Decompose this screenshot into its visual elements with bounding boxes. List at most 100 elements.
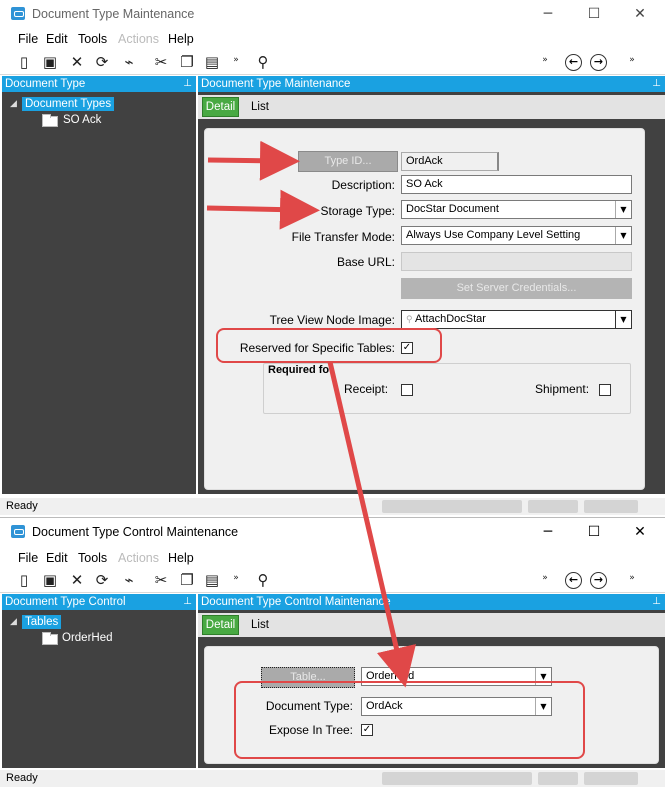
type-id-field[interactable]: OrdAck [401, 152, 499, 171]
tree-root-item[interactable]: Document Types [22, 97, 115, 111]
folder-icon [42, 114, 58, 127]
title-bar: Document Type Maintenance ─ ☐ ✕ [0, 0, 665, 29]
clear-icon[interactable]: ⌁ [119, 570, 139, 590]
storage-type-label: Storage Type: [320, 204, 396, 218]
app-icon [11, 7, 25, 20]
forward-icon[interactable]: → [590, 54, 607, 71]
status-info [584, 500, 638, 513]
clear-icon[interactable]: ⌁ [119, 52, 139, 72]
copy-icon[interactable]: ❐ [177, 52, 197, 72]
app-icon [11, 525, 25, 538]
right-pane-header: Document Type Control Maintenance ⊥ [198, 594, 665, 610]
delete-icon[interactable]: ✕ [67, 52, 87, 72]
tree-view-node-image-value: AttachDocStar [415, 313, 486, 325]
attach-icon: ⚲ [406, 314, 413, 324]
pin-icon[interactable]: ⊥ [183, 76, 192, 92]
pin-icon[interactable]: ⊥ [183, 594, 192, 610]
type-id-button[interactable]: Type ID... [298, 151, 398, 172]
menu-bar: File Edit Tools Actions Help [0, 549, 665, 567]
delete-icon[interactable]: ✕ [67, 570, 87, 590]
refresh-icon[interactable]: ⟳ [92, 570, 112, 590]
menu-help[interactable]: Help [168, 32, 194, 46]
chevron-down-icon[interactable]: ▼ [615, 311, 631, 328]
tree-expand-icon[interactable]: ◢ [10, 617, 17, 627]
menu-tools[interactable]: Tools [78, 551, 107, 565]
maximize-icon[interactable]: ☐ [571, 0, 617, 29]
copy-icon[interactable]: ❐ [177, 570, 197, 590]
right-detail-pane: Document Type Maintenance ⊥ Detail List … [198, 76, 665, 494]
menu-tools[interactable]: Tools [78, 32, 107, 46]
left-tree-pane: Document Type Control ⊥ ◢ Tables OrderHe… [2, 594, 196, 768]
pin-icon[interactable]: ⊥ [652, 76, 661, 92]
back-icon[interactable]: ← [565, 54, 582, 71]
shipment-checkbox[interactable] [599, 384, 611, 396]
required-for-group: Required fo Receipt: Shipment: [263, 363, 631, 414]
chevron-down-icon[interactable]: ▼ [615, 227, 631, 244]
overflow-chevron-icon[interactable]: » [540, 568, 550, 588]
menu-actions: Actions [118, 32, 159, 46]
menu-file[interactable]: File [18, 551, 38, 565]
status-info [584, 772, 638, 785]
binoculars-icon[interactable]: ⚲ [253, 52, 273, 72]
binoculars-icon[interactable]: ⚲ [253, 570, 273, 590]
base-url-field [401, 252, 632, 271]
file-transfer-combo[interactable]: Always Use Company Level Setting ▼ [401, 226, 632, 245]
receipt-checkbox[interactable] [401, 384, 413, 396]
menu-edit[interactable]: Edit [46, 32, 68, 46]
receipt-label: Receipt: [344, 382, 389, 396]
left-tree-pane: Document Type ⊥ ◢ Document Types SO Ack [2, 76, 196, 494]
overflow-chevron-icon[interactable]: » [231, 50, 241, 70]
tab-detail[interactable]: Detail [202, 97, 239, 117]
window-title: Document Type Maintenance [32, 7, 195, 21]
menu-bar: File Edit Tools Actions Help [0, 30, 665, 48]
status-bar: Ready [0, 770, 665, 787]
description-field[interactable]: SO Ack [401, 175, 632, 194]
overflow-chevron-icon[interactable]: » [540, 50, 550, 70]
base-url-label: Base URL: [336, 255, 395, 269]
menu-file[interactable]: File [18, 32, 38, 46]
right-pane-title: Document Type Maintenance [201, 78, 351, 90]
minimize-icon[interactable]: ─ [525, 0, 571, 29]
chevron-down-icon[interactable]: ▼ [615, 201, 631, 218]
cut-icon[interactable]: ✂ [151, 52, 171, 72]
paste-icon[interactable]: ▤ [202, 570, 222, 590]
shipment-label: Shipment: [535, 382, 590, 396]
forward-icon[interactable]: → [590, 572, 607, 589]
close-icon[interactable]: ✕ [617, 518, 663, 547]
tab-list[interactable]: List [251, 619, 269, 631]
paste-icon[interactable]: ▤ [202, 52, 222, 72]
back-icon[interactable]: ← [565, 572, 582, 589]
toolbar: ▯ ▣ ✕ ⟳ ⌁ ✂ ❐ ▤ » ⚲ » ← → » [0, 567, 665, 593]
description-label: Description: [331, 178, 395, 192]
save-icon[interactable]: ▣ [40, 52, 60, 72]
new-icon[interactable]: ▯ [14, 570, 34, 590]
tree-view-node-image-combo[interactable]: ⚲ AttachDocStar ▼ [401, 310, 632, 329]
overflow-chevron-icon[interactable]: » [627, 50, 637, 70]
close-icon[interactable]: ✕ [617, 0, 663, 29]
right-pane-title: Document Type Control Maintenance [201, 596, 391, 608]
pin-icon[interactable]: ⊥ [652, 594, 661, 610]
set-server-credentials-button: Set Server Credentials... [401, 278, 632, 299]
tree-child-item[interactable]: OrderHed [62, 632, 113, 644]
tree-expand-icon[interactable]: ◢ [10, 99, 17, 109]
status-text: Ready [6, 500, 38, 512]
new-icon[interactable]: ▯ [14, 52, 34, 72]
cut-icon[interactable]: ✂ [151, 570, 171, 590]
menu-help[interactable]: Help [168, 551, 194, 565]
minimize-icon[interactable]: ─ [525, 518, 571, 547]
maximize-icon[interactable]: ☐ [571, 518, 617, 547]
overflow-chevron-icon[interactable]: » [231, 568, 241, 588]
tree-root-item[interactable]: Tables [22, 615, 62, 629]
status-info [528, 500, 578, 513]
tree-child-item[interactable]: SO Ack [63, 114, 101, 126]
tab-list[interactable]: List [251, 101, 269, 113]
overflow-chevron-icon[interactable]: » [627, 568, 637, 588]
menu-edit[interactable]: Edit [46, 551, 68, 565]
refresh-icon[interactable]: ⟳ [92, 52, 112, 72]
file-transfer-label: File Transfer Mode: [291, 230, 395, 244]
save-icon[interactable]: ▣ [40, 570, 60, 590]
storage-type-value: DocStar Document [406, 203, 499, 215]
storage-type-combo[interactable]: DocStar Document ▼ [401, 200, 632, 219]
right-pane-header: Document Type Maintenance ⊥ [198, 76, 665, 92]
tab-detail[interactable]: Detail [202, 615, 239, 635]
